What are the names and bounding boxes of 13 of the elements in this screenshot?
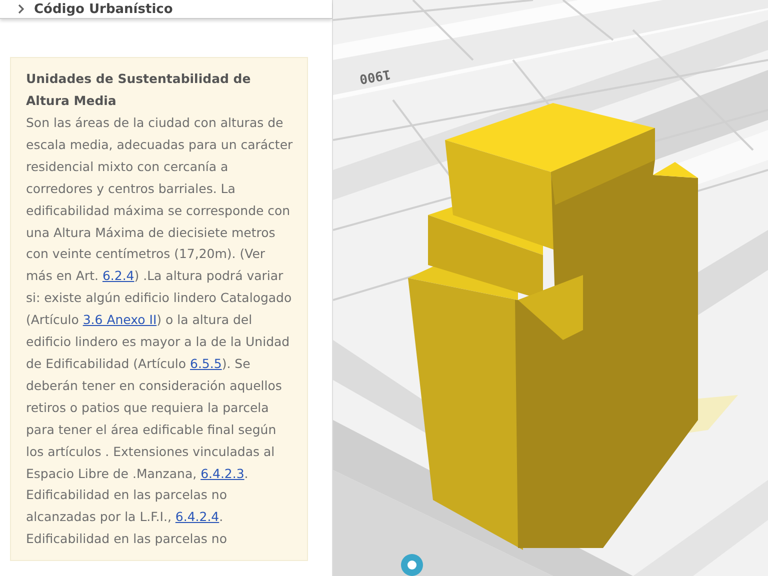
section-header[interactable]: Código Urbanístico xyxy=(0,0,332,19)
map-view[interactable]: 1900 xyxy=(333,0,768,576)
street-label: 1900 xyxy=(358,66,392,86)
article-link[interactable]: 6.4.2.4 xyxy=(175,509,220,524)
article-link[interactable]: 6.4.2.3 xyxy=(200,466,244,480)
chevron-icon xyxy=(16,4,26,14)
article-link[interactable]: 6.2.4 xyxy=(102,268,134,284)
article-link[interactable]: 3.6 Anexo II xyxy=(82,312,157,328)
section-title: Código Urbanístico xyxy=(34,2,173,16)
card-title: Unidades de Sustentabilidad de Altura Media xyxy=(26,70,252,110)
article-link[interactable]: 6.5.5 xyxy=(190,356,222,371)
card-paragraph: Son las áreas de la ciudad con alturas de escala media, adecuadas para un carácter residencial mixto con cercanía a corredores y centros barriales. La edificabilidad máxima se corresponde con una Altura Máxima de diecisiete metros con veinte centímetros (17,20m). (Ver más en Art. 6.2.4) .La altura podrá variar si: existe algún edificio lindero Catalogado (Artículo 3.6 Anexo II) o la altura del edificio lindero es mayor a la de la Unidad de Edificabilidad (Artículo 6.5.5). Se deberán tener en consideración aquellos retiros o patios que requiera la parcela para tener el área edificable final según los artículos . Extensiones vinculadas al Espacio Libre de .Manzana, 6.4.2.3. Edificabilidad en las parcelas no alcanzadas por la L.F.I., 6.4.2.4. Edificabilidad en las parcelas no xyxy=(26,114,294,548)
map-pin-icon[interactable] xyxy=(401,554,423,576)
